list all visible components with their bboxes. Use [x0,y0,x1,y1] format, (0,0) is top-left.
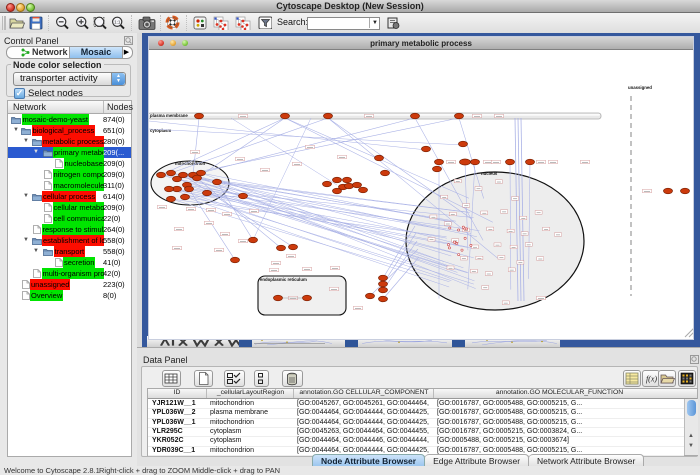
svg-text:nucleus: nucleus [481,171,498,176]
svg-text:plasma membrane: plasma membrane [150,113,188,118]
svg-text:unassigned: unassigned [628,85,652,90]
svg-text:f(x): f(x) [646,375,657,384]
svg-text:cytoplasm: cytoplasm [150,128,171,133]
svg-text:endoplasmic reticulum: endoplasmic reticulum [260,277,307,282]
svg-text:1:1: 1:1 [114,20,121,25]
